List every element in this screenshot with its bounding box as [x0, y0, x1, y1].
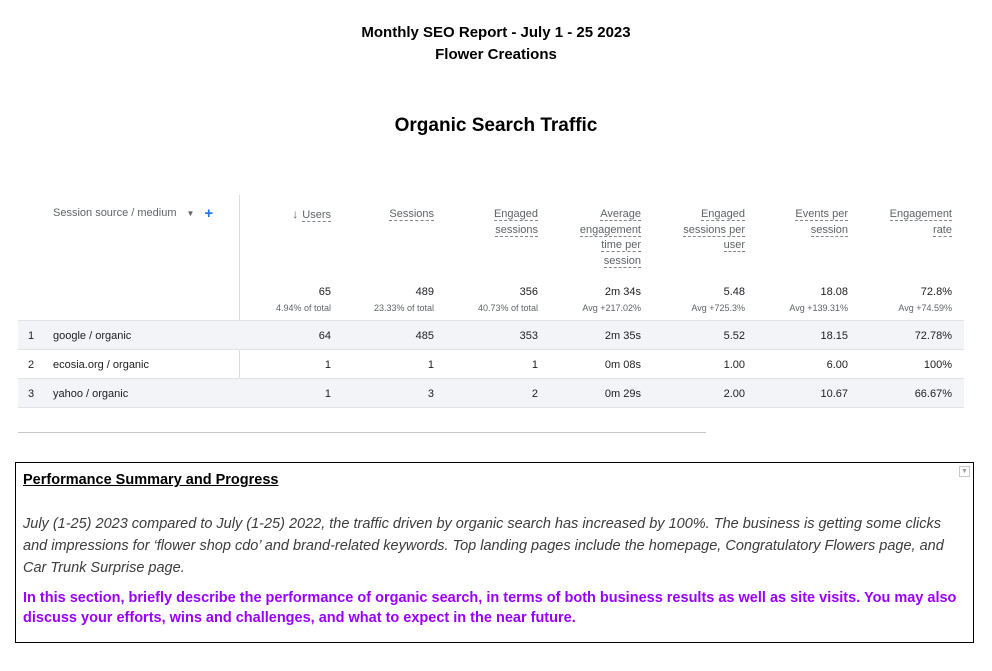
- total-percent: Avg +74.59%: [898, 303, 952, 313]
- dimension-header[interactable]: Session source / medium ▼ +: [53, 206, 213, 221]
- cell-users: 1: [324, 388, 331, 400]
- total-value: 356: [519, 286, 538, 298]
- column-header-users[interactable]: ↓ Users: [292, 207, 331, 224]
- cell-users: 64: [318, 330, 331, 342]
- total-percent: 4.94% of total: [275, 303, 331, 313]
- cell-engaged_sessions: 353: [519, 330, 538, 342]
- cell-avg_engagement_time: 2m 35s: [604, 330, 641, 342]
- column-header-label: sessions per: [683, 223, 745, 237]
- column-total-users: 65 4.94% of total: [276, 285, 331, 316]
- column-header-label: Sessions: [389, 208, 434, 221]
- cell-avg_engagement_time: 0m 08s: [604, 359, 641, 371]
- column-header-avg_engagement_time[interactable]: Average engagement time per session: [579, 207, 641, 269]
- cell-engaged_sessions_per_user: 1.00: [723, 359, 745, 371]
- column-total-avg_engagement_time: 2m 34s Avg +217.02%: [582, 285, 641, 316]
- chevron-down-icon[interactable]: ▼: [959, 466, 970, 477]
- section-title: Organic Search Traffic: [394, 115, 598, 136]
- column-total-engaged_sessions_per_user: 5.48 Avg +725.3%: [691, 285, 745, 316]
- row-source-medium: google / organic: [53, 330, 132, 342]
- row-index: 3: [28, 388, 35, 400]
- cell-engaged_sessions_per_user: 2.00: [723, 388, 745, 400]
- report-header: Monthly SEO Report - July 1 - 25 2023 Fl…: [0, 22, 992, 66]
- total-value: 18.08: [820, 286, 848, 298]
- table-bottom-border: [18, 407, 964, 408]
- column-header-label: user: [723, 239, 745, 252]
- column-header-label: Engaged: [493, 208, 538, 221]
- total-value: 5.48: [723, 286, 745, 298]
- column-header-events_per_session[interactable]: Events per session: [795, 207, 848, 238]
- cell-engaged_sessions: 1: [531, 359, 538, 371]
- column-header-label: sessions: [495, 223, 538, 237]
- total-percent: 23.33% of total: [373, 303, 434, 313]
- column-header-engaged_sessions_per_user[interactable]: Engaged sessions per user: [683, 207, 745, 254]
- summary-body: July (1-25) 2023 compared to July (1-25)…: [23, 516, 944, 576]
- column-header-label: Events per: [795, 208, 848, 221]
- row-index: 1: [28, 330, 35, 342]
- summary-instructions: In this section, briefly describe the pe…: [23, 590, 957, 626]
- cell-sessions: 485: [415, 330, 434, 342]
- dimension-header-label: Session source / medium: [53, 207, 177, 219]
- summary-box[interactable]: Performance Summary and Progress July (1…: [15, 462, 974, 643]
- caret-down-icon[interactable]: ▼: [187, 209, 195, 218]
- column-total-sessions: 489 23.33% of total: [374, 285, 434, 316]
- arrow-down-icon[interactable]: ↓: [292, 207, 298, 221]
- column-header-label: engagement: [579, 223, 641, 237]
- cell-engagement_rate: 72.78%: [914, 330, 952, 342]
- cell-engagement_rate: 100%: [923, 359, 952, 371]
- total-value: 2m 34s: [604, 286, 641, 298]
- column-total-engagement_rate: 72.8% Avg +74.59%: [898, 285, 952, 316]
- horizontal-divider: [18, 432, 706, 433]
- column-header-label: Engaged: [700, 208, 745, 221]
- table-row[interactable]: 3 yahoo / organic 1 3 2 0m 29s 2.00 10.67 66.67%: [18, 378, 964, 408]
- column-header-label: session: [810, 223, 848, 237]
- report-title: Monthly SEO Report - July 1 - 25 2023: [361, 24, 631, 41]
- column-total-events_per_session: 18.08 Avg +139.31%: [789, 285, 848, 316]
- total-percent: Avg +217.02%: [582, 303, 641, 313]
- row-index: 2: [28, 359, 35, 371]
- column-header-engagement_rate[interactable]: Engagement rate: [889, 207, 952, 238]
- total-percent: Avg +139.31%: [789, 303, 848, 313]
- cell-avg_engagement_time: 0m 29s: [604, 388, 641, 400]
- total-value: 72.8%: [920, 286, 952, 298]
- column-header-label: Average: [600, 208, 641, 221]
- client-name: Flower Creations: [435, 46, 557, 63]
- table-row[interactable]: 2 ecosia.org / organic 1 1 1 0m 08s 1.00 6.00 10…: [18, 349, 964, 379]
- row-source-medium: ecosia.org / organic: [53, 359, 149, 371]
- cell-engaged_sessions: 2: [531, 388, 538, 400]
- table-row[interactable]: 1 google / organic 64 485 353 2m 35s 5.52 18.15…: [18, 320, 964, 350]
- total-value: 65: [318, 286, 331, 298]
- cell-sessions: 3: [427, 388, 434, 400]
- total-percent: Avg +725.3%: [691, 303, 745, 313]
- total-percent: 40.73% of total: [477, 303, 538, 313]
- column-header-label: time per: [601, 239, 641, 252]
- column-header-label: Users: [302, 209, 331, 222]
- cell-engagement_rate: 66.67%: [914, 388, 952, 400]
- cell-events_per_session: 10.67: [820, 388, 848, 400]
- column-total-engaged_sessions: 356 40.73% of total: [478, 285, 538, 316]
- column-header-label: rate: [933, 223, 952, 237]
- cell-sessions: 1: [427, 359, 434, 371]
- column-header-label: Engagement: [889, 208, 952, 221]
- row-source-medium: yahoo / organic: [53, 388, 129, 400]
- summary-title: Performance Summary and Progress: [23, 472, 279, 488]
- cell-events_per_session: 18.15: [820, 330, 848, 342]
- cell-users: 1: [324, 359, 331, 371]
- column-header-label: session: [603, 254, 641, 268]
- cell-engaged_sessions_per_user: 5.52: [723, 330, 745, 342]
- column-header-sessions[interactable]: Sessions: [389, 207, 434, 223]
- total-value: 489: [415, 286, 434, 298]
- column-header-engaged_sessions[interactable]: Engaged sessions: [493, 207, 538, 238]
- plus-icon[interactable]: +: [204, 206, 213, 221]
- cell-events_per_session: 6.00: [826, 359, 848, 371]
